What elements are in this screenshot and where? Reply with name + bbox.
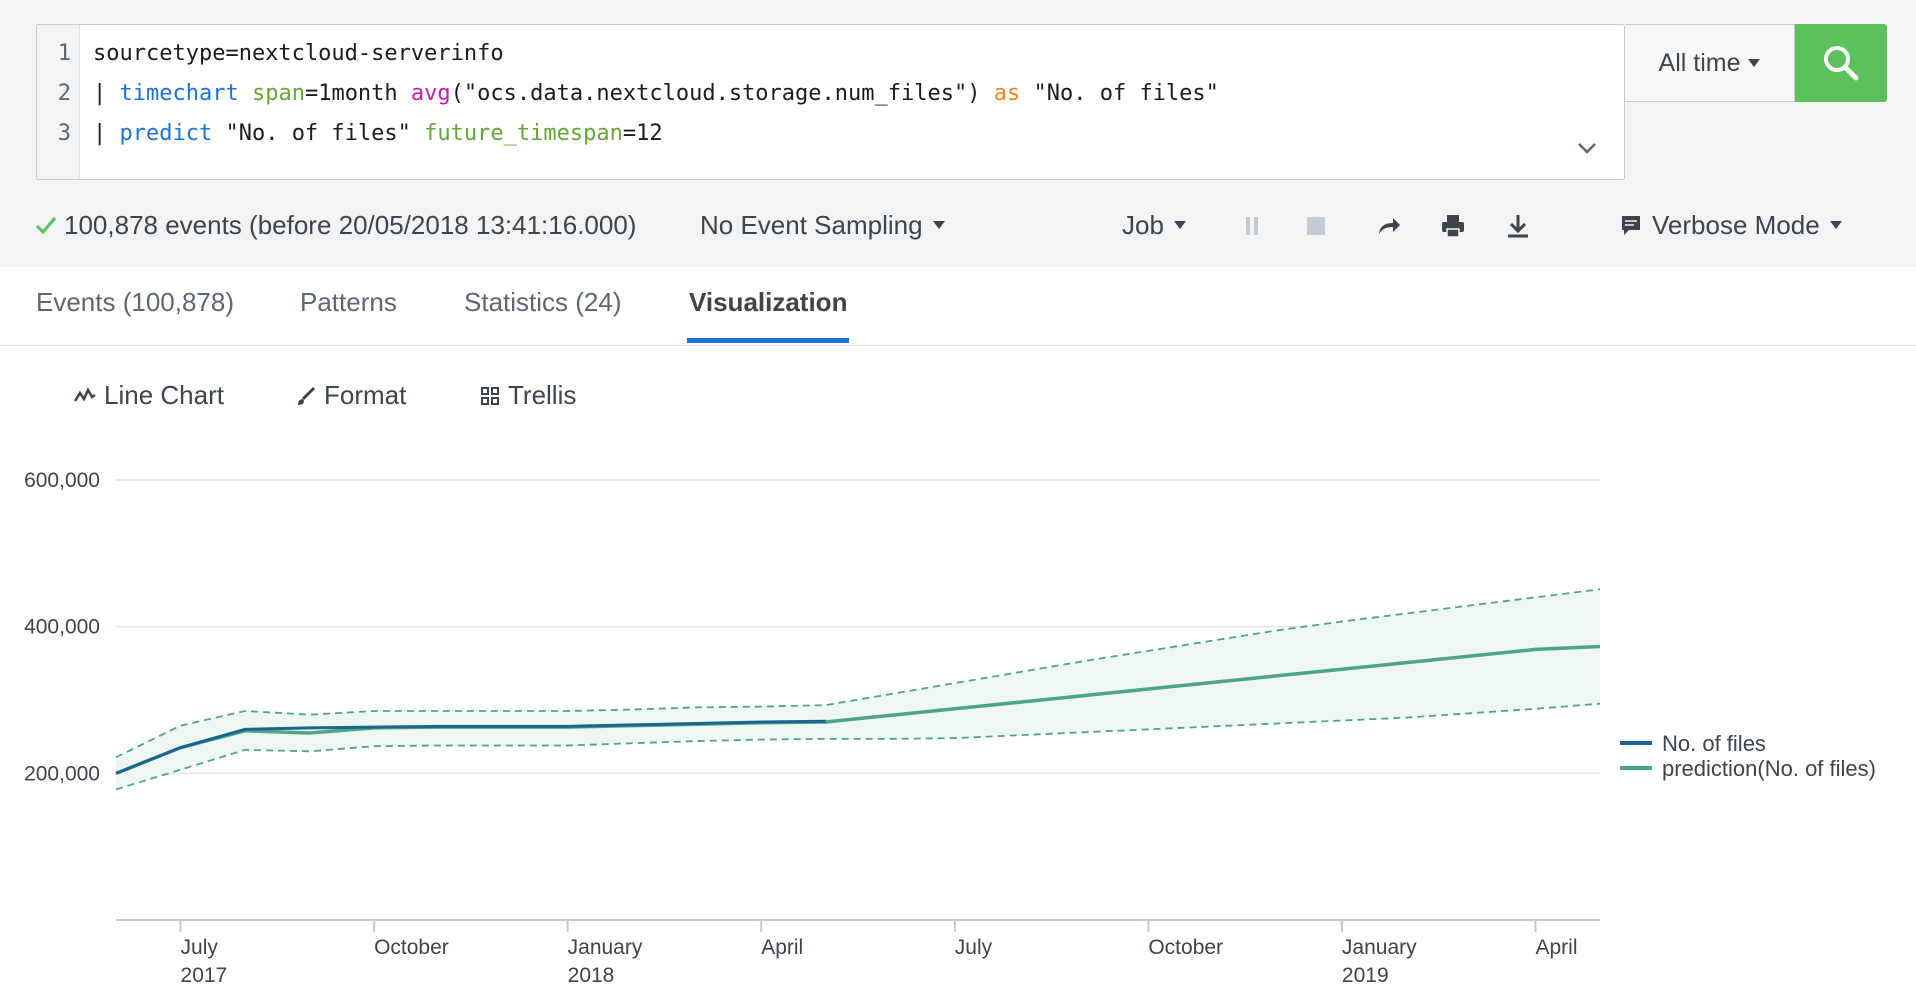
x-tick-year-label: 2019 <box>1342 964 1389 987</box>
tab-patterns[interactable]: Patterns <box>300 287 397 318</box>
share-icon[interactable] <box>1374 212 1402 240</box>
legend-item-label: No. of files <box>1662 731 1766 756</box>
argument-token: span <box>251 81 305 106</box>
trellis-button[interactable]: Trellis <box>480 380 576 411</box>
search-line-2[interactable]: | timechart span=1month avg("ocs.data.ne… <box>93 81 1219 106</box>
search-base-query: sourcetype=nextcloud-serverinfo <box>93 41 504 66</box>
command-token: predict <box>119 121 213 146</box>
function-token: avg <box>410 81 451 106</box>
time-range-label: All time <box>1658 48 1741 77</box>
search-mode-label: Verbose Mode <box>1652 209 1820 240</box>
line-number: 2 <box>57 81 71 106</box>
paintbrush-icon <box>298 386 316 405</box>
time-range-picker[interactable]: All time <box>1625 24 1795 102</box>
active-tab-indicator <box>687 338 849 343</box>
x-tick-year-label: 2017 <box>181 964 228 987</box>
stop-icon[interactable] <box>1302 212 1330 240</box>
search-button[interactable] <box>1795 24 1887 102</box>
x-tick-label: January <box>568 936 643 959</box>
events-summary: 100,878 events (before 20/05/2018 13:41:… <box>64 209 637 240</box>
print-icon[interactable] <box>1439 212 1467 240</box>
value-token: =1month <box>304 81 411 106</box>
trellis-grid-icon <box>481 386 499 405</box>
command-token: timechart <box>119 81 239 106</box>
x-tick-label: April <box>761 936 803 959</box>
caret-down-icon <box>1748 59 1761 67</box>
format-button[interactable]: Format <box>296 380 406 411</box>
checkmark-icon <box>35 217 57 235</box>
caret-down-icon <box>932 221 945 229</box>
job-menu-label: Job <box>1122 209 1164 240</box>
y-tick-label: 400,000 <box>24 616 100 639</box>
format-label: Format <box>324 380 407 410</box>
field-token: ("ocs.data.nextcloud.storage.num_files") <box>450 81 994 106</box>
caret-down-icon <box>1173 221 1186 229</box>
search-line-3[interactable]: | predict "No. of files" future_timespan… <box>93 121 663 146</box>
job-status: 100,878 events (before 20/05/2018 13:41:… <box>34 205 636 245</box>
x-tick-label: October <box>374 936 449 959</box>
value-token: =12 <box>622 121 663 146</box>
keyword-token: as <box>993 81 1021 106</box>
x-tick-label: July <box>955 936 993 959</box>
x-tick-year-label: 2018 <box>568 964 615 987</box>
expand-editor-chevron-icon[interactable] <box>1576 137 1598 159</box>
x-tick-label: July <box>181 936 219 959</box>
line-number: 1 <box>57 41 71 66</box>
tab-statistics[interactable]: Statistics (24) <box>464 287 622 318</box>
y-tick-label: 200,000 <box>24 762 100 785</box>
tabs-divider <box>0 345 1916 346</box>
event-sampling-label: No Event Sampling <box>700 209 923 240</box>
search-editor[interactable]: 1 2 3 sourcetype=nextcloud-serverinfo | … <box>36 24 1625 180</box>
event-sampling-dropdown[interactable]: No Event Sampling <box>700 205 945 245</box>
chart-type-button[interactable]: Line Chart <box>74 380 224 411</box>
search-icon <box>1824 46 1859 81</box>
pipe-token: | <box>93 81 120 106</box>
mode-icon <box>1622 216 1640 235</box>
x-tick-label: January <box>1342 936 1417 959</box>
argument-token: future_timespan <box>424 121 623 146</box>
x-tick-label: April <box>1535 936 1577 959</box>
line-number: 3 <box>57 121 71 146</box>
x-axis-ticks: July 2017 October January 2018 April July Octob… <box>179 920 1577 987</box>
line-chart: 200,000 400,000 600,000 July 2017 October Jan… <box>24 469 1876 987</box>
chart-legend[interactable]: No. of filesprediction(No. of files) <box>1620 731 1876 781</box>
tab-visualization[interactable]: Visualization <box>689 287 847 318</box>
legend-item-label: prediction(No. of files) <box>1662 756 1876 781</box>
x-tick-label: October <box>1148 936 1223 959</box>
caret-down-icon <box>1829 221 1842 229</box>
search-line-1[interactable]: sourcetype=nextcloud-serverinfo <box>93 41 504 66</box>
line-chart-icon <box>74 386 96 402</box>
search-mode-dropdown[interactable]: Verbose Mode <box>1620 205 1842 245</box>
tab-events[interactable]: Events (100,878) <box>36 287 234 318</box>
alias-token: "No. of files" <box>1020 81 1219 106</box>
export-download-icon[interactable] <box>1504 212 1532 240</box>
line-number-gutter: 1 2 3 <box>37 25 80 179</box>
trellis-label: Trellis <box>508 380 577 410</box>
field-token: "No. of files" <box>212 121 425 146</box>
prediction-confidence-band <box>116 589 1600 790</box>
chart-type-label: Line Chart <box>104 380 224 410</box>
pause-icon[interactable] <box>1238 212 1266 240</box>
pipe-token: | <box>93 121 120 146</box>
y-axis-labels: 200,000 400,000 600,000 <box>24 469 100 785</box>
job-menu[interactable]: Job <box>1122 205 1186 245</box>
y-tick-label: 600,000 <box>24 469 100 492</box>
